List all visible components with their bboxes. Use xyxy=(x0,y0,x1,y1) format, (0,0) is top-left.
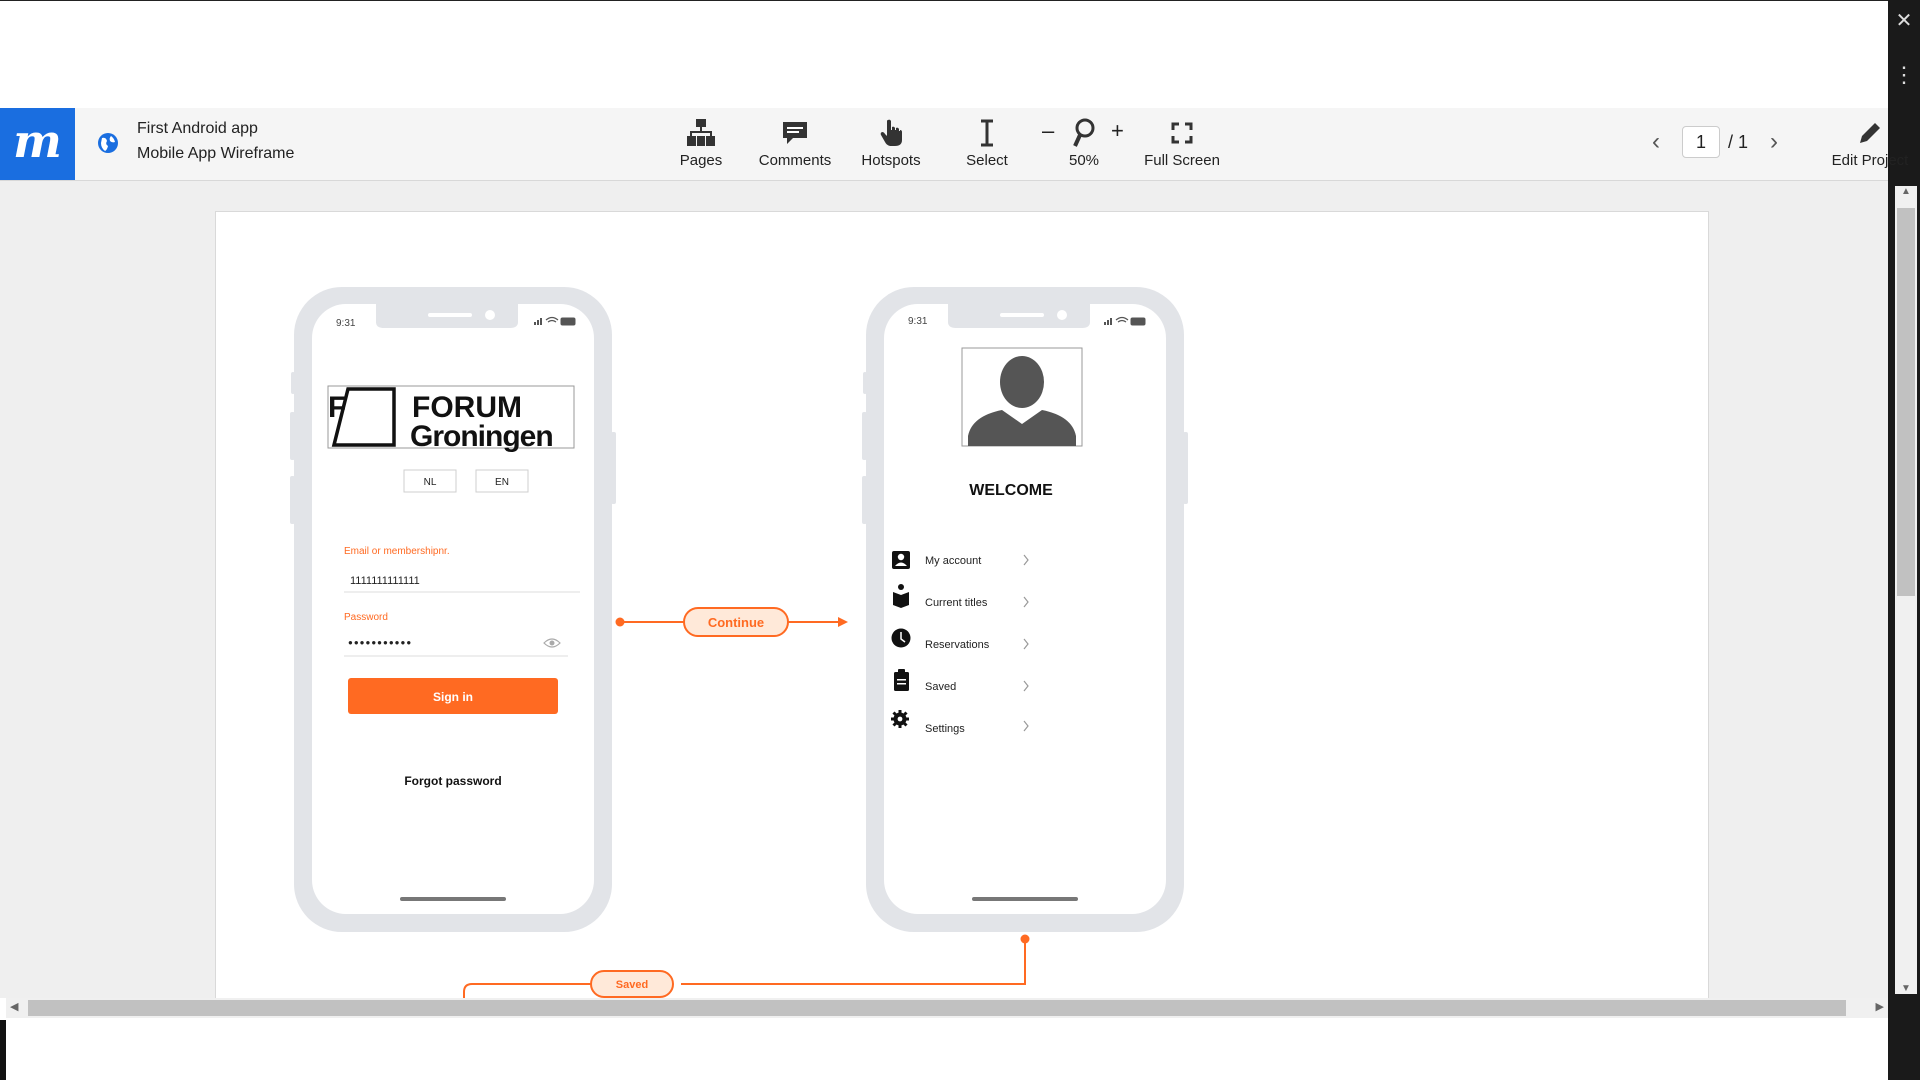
app-logo[interactable]: m xyxy=(0,108,75,180)
scroll-left-icon[interactable]: ◀ xyxy=(10,1000,18,1013)
text-cursor-icon xyxy=(981,119,993,147)
phone-welcome-screen[interactable]: 9:31 WELCOME My account Current titles R… xyxy=(862,287,1188,932)
comments-button[interactable]: Comments xyxy=(757,116,833,169)
svg-text:Settings: Settings xyxy=(925,723,965,735)
clock-icon xyxy=(891,628,911,648)
sign-in-button[interactable]: Sign in xyxy=(348,678,558,714)
pages-label: Pages xyxy=(679,152,723,169)
scroll-down-icon[interactable]: ▼ xyxy=(1895,983,1917,994)
svg-text:My account: My account xyxy=(925,555,981,567)
status-time: 9:31 xyxy=(336,318,356,329)
password-field[interactable]: ●●●●●●●●●●● xyxy=(348,638,412,647)
globe-icon[interactable] xyxy=(97,132,119,154)
page-total: / 1 xyxy=(1728,131,1749,152)
password-label: Password xyxy=(344,612,388,623)
hotspots-button[interactable]: Hotspots xyxy=(855,116,927,169)
forgot-password-link[interactable]: Forgot password xyxy=(404,774,501,788)
gear-icon xyxy=(891,710,909,728)
vertical-scroll-thumb[interactable] xyxy=(1897,208,1915,596)
zoom-out-button[interactable]: – xyxy=(1042,118,1054,144)
select-button[interactable]: Select xyxy=(962,116,1012,169)
edit-project-button[interactable]: Edit Project xyxy=(1822,116,1918,169)
comments-label: Comments xyxy=(758,152,832,169)
select-label: Select xyxy=(966,152,1008,169)
clipboard-icon xyxy=(894,669,909,691)
welcome-heading: WELCOME xyxy=(969,482,1053,499)
viewer-toolbar: m First Android app Mobile App Wireframe… xyxy=(0,108,1908,181)
scroll-right-icon[interactable]: ▶ xyxy=(1876,1000,1884,1013)
chevron-right-icon[interactable]: › xyxy=(1770,128,1778,156)
svg-text:NL: NL xyxy=(424,477,437,488)
continue-link[interactable]: Continue xyxy=(615,607,849,637)
fullscreen-label: Full Screen xyxy=(1144,152,1220,169)
scroll-up-icon[interactable]: ▲ xyxy=(1895,186,1917,197)
sitemap-icon xyxy=(687,119,715,146)
page-number-input[interactable]: 1 xyxy=(1682,126,1720,158)
more-menu-icon[interactable]: ⋮ xyxy=(1890,64,1918,86)
project-name: First Android app xyxy=(137,120,258,137)
hotspots-label: Hotspots xyxy=(861,152,921,169)
comment-icon xyxy=(783,122,807,144)
hand-pointer-icon xyxy=(880,119,902,146)
horizontal-scroll-thumb[interactable] xyxy=(28,1000,1846,1016)
window-top-border xyxy=(0,0,1888,1)
pencil-icon xyxy=(1860,123,1880,143)
avatar xyxy=(961,347,1083,447)
svg-text:Saved: Saved xyxy=(616,979,648,991)
svg-text:Sign in: Sign in xyxy=(433,690,473,704)
svg-text:Groningen: Groningen xyxy=(410,420,553,453)
svg-text:Saved: Saved xyxy=(925,681,956,693)
page-navigator: ‹ 1 / 1 › xyxy=(1652,126,1778,158)
zoom-in-button[interactable]: + xyxy=(1111,118,1124,144)
svg-text:Current titles: Current titles xyxy=(925,597,988,609)
status-time: 9:31 xyxy=(908,316,928,327)
fullscreen-button[interactable]: Full Screen xyxy=(1140,116,1224,169)
forum-groningen-logo: F FORUM Groningen xyxy=(327,385,575,453)
email-label: Email or membershipnr. xyxy=(344,546,450,557)
fullscreen-icon xyxy=(1171,122,1193,144)
horizontal-scrollbar[interactable]: ◀ ▶ xyxy=(6,998,1888,1018)
magnifier-icon xyxy=(1073,118,1095,147)
email-field[interactable]: 1111111111111 xyxy=(350,575,420,587)
saved-link[interactable]: Saved xyxy=(463,934,1030,999)
svg-text:EN: EN xyxy=(495,477,509,488)
language-nl-button[interactable]: NL xyxy=(403,469,457,493)
project-type: Mobile App Wireframe xyxy=(137,145,295,162)
account-icon xyxy=(892,551,910,569)
zoom-level: 50% xyxy=(1068,152,1100,169)
chevron-left-icon[interactable]: ‹ xyxy=(1652,128,1660,156)
phone-login-screen[interactable]: 9:31 F FORUM Groningen NL EN Email or me… xyxy=(290,287,616,932)
prototype-canvas: 9:31 F FORUM Groningen NL EN Email or me… xyxy=(0,181,1888,998)
svg-text:Reservations: Reservations xyxy=(925,639,990,651)
wireframe-diagram: 9:31 F FORUM Groningen NL EN Email or me… xyxy=(290,287,1188,999)
edit-project-label: Edit Project xyxy=(1831,152,1909,169)
vertical-scrollbar[interactable]: ▲ ▼ xyxy=(1895,186,1917,994)
zoom-control: 50% xyxy=(1062,116,1106,169)
window-edge-bottom xyxy=(0,1020,6,1080)
pages-button[interactable]: Pages xyxy=(673,116,729,169)
svg-text:Continue: Continue xyxy=(708,615,764,630)
language-en-button[interactable]: EN xyxy=(475,469,529,493)
artboard: 9:31 F FORUM Groningen NL EN Email or me… xyxy=(215,211,1709,998)
close-icon[interactable]: ✕ xyxy=(1890,8,1918,33)
